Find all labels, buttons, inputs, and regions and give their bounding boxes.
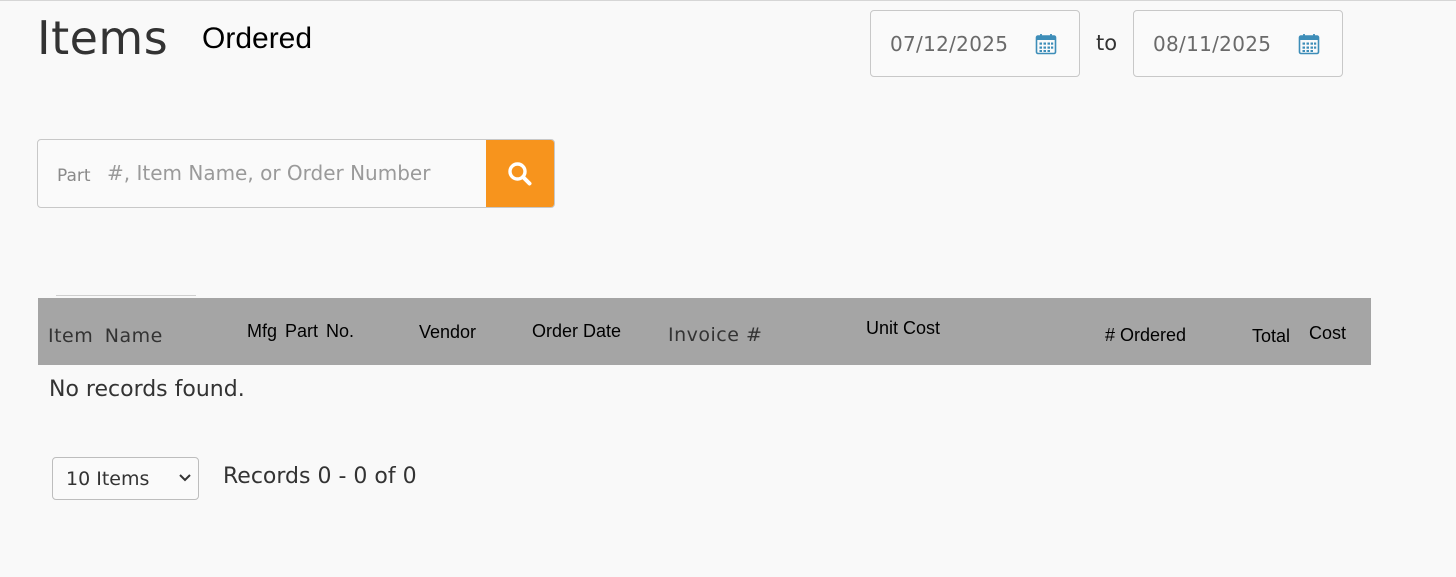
column-item-name[interactable]: Item Name <box>48 325 163 347</box>
column-mfg-part-no[interactable]: Mfg Part No. <box>247 321 354 342</box>
date-to-field[interactable]: 08/11/2025 <box>1133 10 1343 77</box>
search-input[interactable]: Part #, Item Name, or Order Number <box>37 139 555 208</box>
search-button[interactable] <box>486 140 554 207</box>
column-vendor[interactable]: Vendor <box>419 322 476 343</box>
calendar-icon[interactable] <box>1297 32 1321 56</box>
top-divider <box>0 0 1456 1</box>
table-tab-divider <box>56 295 196 296</box>
column-ordered[interactable]: # Ordered <box>1105 325 1186 346</box>
chevron-down-icon <box>179 474 191 482</box>
column-cost[interactable]: Cost <box>1309 323 1346 344</box>
column-total[interactable]: Total <box>1252 326 1290 347</box>
page-subtitle: Ordered <box>202 22 313 55</box>
empty-message: No records found. <box>49 377 245 402</box>
search-placeholder: #, Item Name, or Order Number <box>107 161 431 185</box>
table-header: Item Name Mfg Part No. Vendor Order Date… <box>38 298 1371 365</box>
search-label: Part <box>57 166 91 186</box>
column-order-date[interactable]: Order Date <box>532 321 621 342</box>
page-size-select[interactable]: 10 Items <box>52 457 199 500</box>
records-summary: Records 0 - 0 of 0 <box>223 464 417 489</box>
search-icon <box>508 162 532 186</box>
page-size-value: 10 Items <box>66 468 150 490</box>
date-to-value: 08/11/2025 <box>1153 32 1272 56</box>
calendar-icon[interactable] <box>1034 32 1058 56</box>
date-from-field[interactable]: 07/12/2025 <box>870 10 1080 77</box>
page-title: Items <box>37 11 169 65</box>
date-range-separator: to <box>1096 31 1118 55</box>
column-unit-cost[interactable]: Unit Cost <box>866 318 940 339</box>
date-from-value: 07/12/2025 <box>890 32 1009 56</box>
column-invoice[interactable]: Invoice # <box>668 324 762 346</box>
